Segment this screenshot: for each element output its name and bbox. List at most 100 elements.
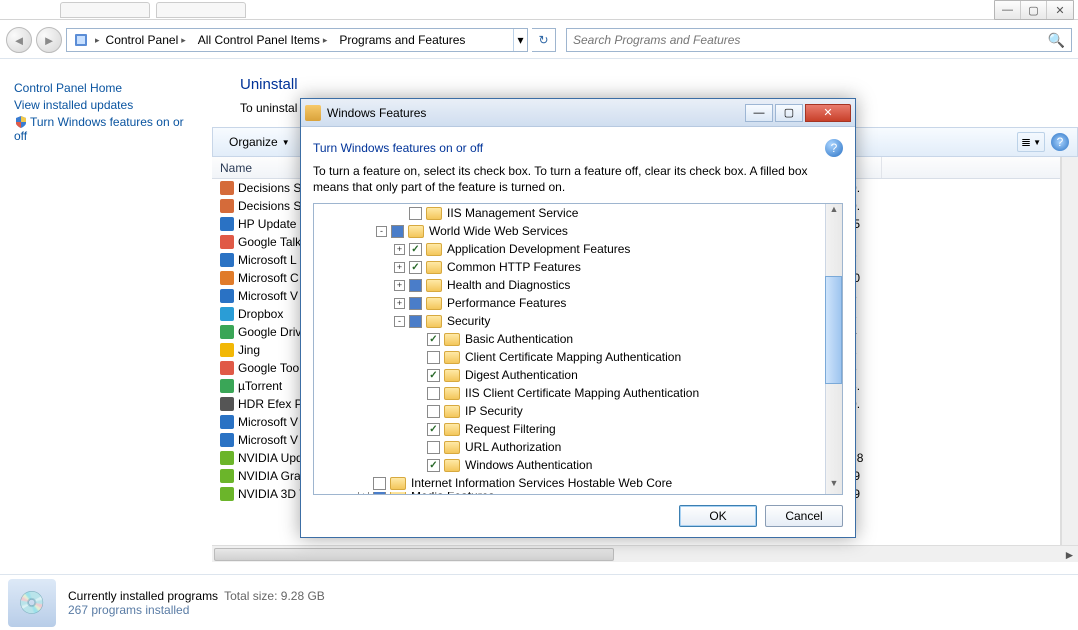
- folder-icon: [444, 405, 460, 418]
- dialog-titlebar[interactable]: Windows Features — ▢ ✕: [301, 99, 855, 127]
- nav-bar: ◄ ► ▸ Control Panel▸ All Control Panel I…: [0, 22, 1078, 58]
- folder-icon: [444, 423, 460, 436]
- dialog-maximize-button[interactable]: ▢: [775, 104, 803, 122]
- dialog-heading: Turn Windows features on or off: [313, 141, 483, 155]
- feature-checkbox[interactable]: [427, 405, 440, 418]
- tree-scrollbar[interactable]: ▲ ▼: [825, 204, 842, 494]
- feature-label: Windows Authentication: [465, 458, 592, 472]
- feature-tree[interactable]: IIS Management Service - World Wide Web Se…: [313, 203, 843, 495]
- tree-node[interactable]: +Performance Features: [314, 294, 842, 312]
- help-button[interactable]: ?: [1051, 133, 1069, 151]
- dialog-minimize-button[interactable]: —: [745, 104, 773, 122]
- close-button[interactable]: ✕: [1047, 1, 1073, 19]
- tree-node[interactable]: Internet Information Services Hostable W…: [314, 474, 842, 492]
- tree-node[interactable]: +Health and Diagnostics: [314, 276, 842, 294]
- expand-toggle[interactable]: +: [394, 244, 405, 255]
- feature-checkbox[interactable]: [427, 333, 440, 346]
- view-installed-updates-link[interactable]: View installed updates: [14, 98, 196, 112]
- dialog-icon: [305, 105, 321, 121]
- tree-node[interactable]: + Media Features: [314, 492, 842, 495]
- ok-button[interactable]: OK: [679, 505, 757, 527]
- search-box[interactable]: 🔍: [566, 28, 1072, 52]
- expand-toggle[interactable]: -: [376, 226, 387, 237]
- tree-node[interactable]: Digest Authentication: [314, 366, 842, 384]
- dialog-close-button[interactable]: ✕: [805, 104, 851, 122]
- view-options-button[interactable]: ≣▼: [1017, 132, 1045, 152]
- tree-node[interactable]: IIS Client Certificate Mapping Authentic…: [314, 384, 842, 402]
- tree-node[interactable]: -Security: [314, 312, 842, 330]
- expand-toggle[interactable]: +: [394, 280, 405, 291]
- feature-checkbox[interactable]: [409, 261, 422, 274]
- folder-icon: [390, 477, 406, 490]
- folder-icon: [444, 387, 460, 400]
- breadcrumb[interactable]: ▸ Control Panel▸ All Control Panel Items…: [66, 28, 528, 52]
- refresh-button[interactable]: ↻: [532, 28, 556, 52]
- folder-icon: [426, 297, 442, 310]
- window-tabs: [0, 0, 1078, 20]
- feature-checkbox[interactable]: [427, 369, 440, 382]
- help-icon[interactable]: ?: [825, 139, 843, 157]
- tree-node[interactable]: Windows Authentication: [314, 456, 842, 474]
- minimize-button[interactable]: —: [995, 1, 1021, 19]
- back-button[interactable]: ◄: [6, 27, 32, 53]
- cancel-button[interactable]: Cancel: [765, 505, 843, 527]
- feature-label: IP Security: [465, 404, 523, 418]
- feature-checkbox[interactable]: [409, 207, 422, 220]
- status-bar: 💿 Currently installed programsTotal size…: [0, 574, 1078, 630]
- turn-features-link[interactable]: Turn Windows features on or off: [14, 115, 196, 143]
- feature-label: Client Certificate Mapping Authenticatio…: [465, 350, 681, 364]
- horizontal-scrollbar[interactable]: ◄ ►: [212, 545, 1078, 562]
- feature-checkbox[interactable]: [427, 387, 440, 400]
- folder-icon: [408, 225, 424, 238]
- control-panel-home-link[interactable]: Control Panel Home: [14, 81, 196, 95]
- vertical-scrollbar[interactable]: [1061, 157, 1078, 545]
- feature-checkbox[interactable]: [373, 492, 386, 495]
- feature-checkbox[interactable]: [427, 423, 440, 436]
- feature-label: Media Features: [411, 492, 494, 495]
- search-input[interactable]: [573, 33, 1048, 47]
- tree-node[interactable]: +Application Development Features: [314, 240, 842, 258]
- tree-node[interactable]: Client Certificate Mapping Authenticatio…: [314, 348, 842, 366]
- folder-icon: [444, 333, 460, 346]
- feature-label: Internet Information Services Hostable W…: [411, 476, 672, 490]
- folder-icon: [444, 441, 460, 454]
- tree-node[interactable]: IIS Management Service: [314, 204, 842, 222]
- expand-toggle[interactable]: +: [394, 298, 405, 309]
- organize-button[interactable]: Organize▼: [221, 133, 298, 151]
- breadcrumb-item[interactable]: All Control Panel Items▸: [192, 29, 334, 51]
- feature-checkbox[interactable]: [409, 297, 422, 310]
- folder-icon: [426, 261, 442, 274]
- dialog-description: To turn a feature on, select its check b…: [313, 163, 843, 195]
- window-controls: — ▢ ✕: [994, 0, 1074, 20]
- breadcrumb-dropdown[interactable]: ▾: [513, 29, 527, 51]
- breadcrumb-item[interactable]: Control Panel▸: [100, 29, 192, 51]
- tree-node[interactable]: URL Authorization: [314, 438, 842, 456]
- tree-node[interactable]: Basic Authentication: [314, 330, 842, 348]
- feature-checkbox[interactable]: [391, 225, 404, 238]
- feature-checkbox[interactable]: [409, 315, 422, 328]
- ghost-tab[interactable]: [156, 2, 246, 18]
- breadcrumb-item[interactable]: Programs and Features: [333, 29, 471, 51]
- expand-toggle[interactable]: +: [358, 492, 369, 495]
- ghost-tab[interactable]: [60, 2, 150, 18]
- tree-node[interactable]: Request Filtering: [314, 420, 842, 438]
- feature-checkbox[interactable]: [373, 477, 386, 490]
- forward-button[interactable]: ►: [36, 27, 62, 53]
- feature-checkbox[interactable]: [427, 459, 440, 472]
- tree-node[interactable]: IP Security: [314, 402, 842, 420]
- tree-scrollbar-thumb[interactable]: [825, 276, 842, 384]
- feature-label: World Wide Web Services: [429, 224, 568, 238]
- search-icon[interactable]: 🔍: [1048, 32, 1065, 49]
- feature-checkbox[interactable]: [409, 243, 422, 256]
- shield-icon: [14, 115, 28, 129]
- tree-node[interactable]: - World Wide Web Services: [314, 222, 842, 240]
- feature-checkbox[interactable]: [427, 351, 440, 364]
- maximize-button[interactable]: ▢: [1021, 1, 1047, 19]
- feature-checkbox[interactable]: [427, 441, 440, 454]
- tree-node[interactable]: +Common HTTP Features: [314, 258, 842, 276]
- expand-toggle[interactable]: +: [394, 262, 405, 273]
- scrollbar-thumb[interactable]: [214, 548, 614, 561]
- status-line-1: Currently installed programsTotal size: …: [68, 589, 325, 603]
- expand-toggle[interactable]: -: [394, 316, 405, 327]
- feature-checkbox[interactable]: [409, 279, 422, 292]
